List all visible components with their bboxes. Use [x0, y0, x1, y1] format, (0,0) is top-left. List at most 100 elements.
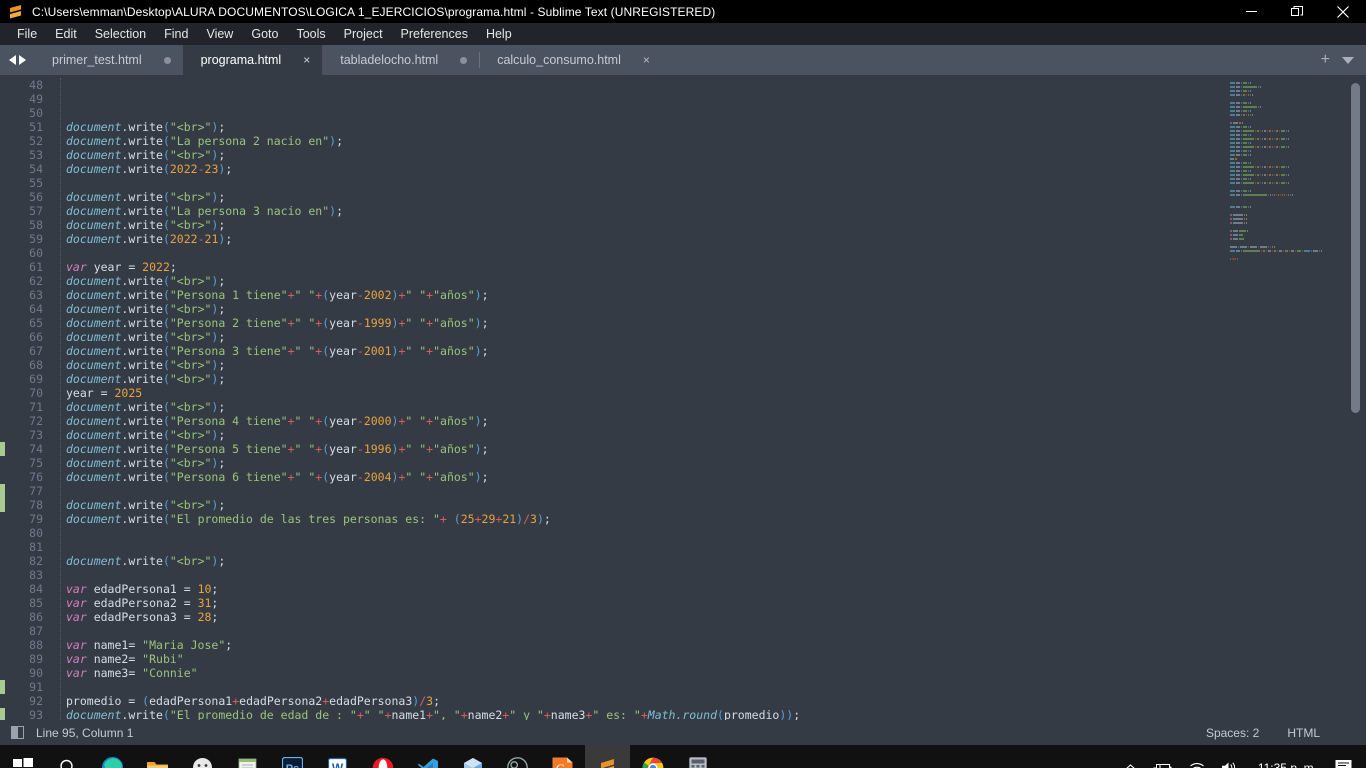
column-layout-icon[interactable]: [11, 726, 24, 739]
indentation-setting[interactable]: Spaces: 2: [1206, 726, 1287, 740]
wifi-icon[interactable]: [1181, 761, 1213, 768]
menu-item-preferences[interactable]: Preferences: [392, 25, 477, 43]
package-button[interactable]: [450, 745, 495, 768]
code-line[interactable]: [52, 568, 1366, 582]
code-line[interactable]: [52, 246, 1366, 260]
code-line[interactable]: [52, 484, 1366, 498]
code-line[interactable]: document.write("<br>");: [52, 456, 1366, 470]
code-line[interactable]: document.write(2022-21);: [52, 232, 1366, 246]
maximize-icon[interactable]: [1274, 0, 1320, 23]
new-tab-button[interactable]: +: [1321, 52, 1330, 68]
code-line[interactable]: [52, 540, 1366, 554]
code-line[interactable]: document.write("<br>");: [52, 148, 1366, 162]
code-line[interactable]: var edadPersona2 = 31;: [52, 596, 1366, 610]
search-button[interactable]: [45, 745, 90, 768]
code-line[interactable]: document.write("La persona 2 nacio en");: [52, 134, 1366, 148]
code-line[interactable]: document.write("El promedio de edad de :…: [52, 708, 1366, 720]
vertical-scrollbar[interactable]: [1349, 75, 1362, 720]
code-line[interactable]: document.write("<br>");: [52, 190, 1366, 204]
code-line[interactable]: promedio = (edadPersona1+edadPersona2+ed…: [52, 694, 1366, 708]
code-line[interactable]: document.write("<br>");: [52, 358, 1366, 372]
menu-item-file[interactable]: File: [8, 25, 46, 43]
file-explorer-button[interactable]: [135, 745, 180, 768]
code-line[interactable]: document.write("Persona 3 tiene"+" "+(ye…: [52, 344, 1366, 358]
editor[interactable]: 48 49 50 51 52 53 54 55 56 57 58 59 60 61 62 63 64 65 66 67…: [0, 75, 1366, 722]
syntax-setting[interactable]: HTML: [1287, 726, 1366, 740]
code-line[interactable]: [52, 624, 1366, 638]
code-line[interactable]: document.write("Persona 6 tiene"+" "+(ye…: [52, 470, 1366, 484]
code-line[interactable]: document.write("<br>");: [52, 498, 1366, 512]
tab-nav-arrows[interactable]: [0, 45, 34, 75]
menu-item-selection[interactable]: Selection: [86, 25, 155, 43]
code-line[interactable]: document.write("<br>");: [52, 428, 1366, 442]
menu-item-edit[interactable]: Edit: [46, 25, 86, 43]
tab-calculo_consumo-html[interactable]: calculo_consumo.html ×: [479, 45, 662, 75]
arrow-left-icon[interactable]: [8, 55, 16, 65]
menu-item-tools[interactable]: Tools: [287, 25, 334, 43]
obs-button[interactable]: [495, 745, 540, 768]
tab-close-icon[interactable]: ×: [643, 54, 650, 66]
messenger-button[interactable]: [180, 745, 225, 768]
scrollbar-thumb[interactable]: [1351, 83, 1360, 413]
code-line[interactable]: var year = 2022;: [52, 260, 1366, 274]
menu-item-goto[interactable]: Goto: [242, 25, 287, 43]
code-line[interactable]: document.write(2022-23);: [52, 162, 1366, 176]
photoshop-button[interactable]: Ps: [270, 745, 315, 768]
grammarly-button[interactable]: G: [540, 745, 585, 768]
opera-button[interactable]: [360, 745, 405, 768]
code-line[interactable]: var name3= "Connie": [52, 666, 1366, 680]
chevron-down-icon[interactable]: [1342, 56, 1354, 64]
tab-close-icon[interactable]: ×: [303, 54, 310, 66]
taskbar-clock[interactable]: 11:35 p. m.: [1246, 761, 1329, 768]
code-line[interactable]: document.write("<br>");: [52, 218, 1366, 232]
minimap[interactable]: [1222, 75, 1344, 720]
code-line[interactable]: var edadPersona3 = 28;: [52, 610, 1366, 624]
speaker-icon[interactable]: [1213, 761, 1246, 768]
code-line[interactable]: document.write("La persona 3 nacio en");: [52, 204, 1366, 218]
notepad-button[interactable]: [225, 745, 270, 768]
edge-button[interactable]: [90, 745, 135, 768]
cursor-position[interactable]: Line 95, Column 1: [36, 726, 133, 740]
code-line[interactable]: document.write("Persona 5 tiene"+" "+(ye…: [52, 442, 1366, 456]
chrome-button[interactable]: [630, 745, 675, 768]
sublime-text-button[interactable]: [585, 745, 630, 768]
code-line[interactable]: document.write("<br>");: [52, 330, 1366, 344]
code-line[interactable]: document.write("Persona 4 tiene"+" "+(ye…: [52, 414, 1366, 428]
arrow-right-icon[interactable]: [18, 55, 26, 65]
minimize-icon[interactable]: [1228, 0, 1274, 23]
chevron-up-icon[interactable]: [1116, 761, 1145, 768]
code-line[interactable]: document.write("Persona 2 tiene"+" "+(ye…: [52, 316, 1366, 330]
vscode-button[interactable]: [405, 745, 450, 768]
code-line[interactable]: [52, 680, 1366, 694]
code-line[interactable]: var name2= "Rubi": [52, 652, 1366, 666]
start-button[interactable]: [0, 745, 45, 768]
tab-primer_test-html[interactable]: primer_test.html: [34, 45, 183, 75]
code-line[interactable]: document.write("<br>");: [52, 554, 1366, 568]
menu-item-project[interactable]: Project: [335, 25, 392, 43]
battery-icon[interactable]: [1145, 761, 1181, 768]
notification-icon[interactable]: [1329, 759, 1366, 768]
tab-modified-indicator[interactable]: [163, 56, 171, 64]
close-icon[interactable]: [1320, 0, 1366, 23]
code-line[interactable]: document.write("<br>");: [52, 302, 1366, 316]
tab-tabladelocho-html[interactable]: tabladelocho.html: [322, 45, 479, 75]
code-line[interactable]: [52, 526, 1366, 540]
code-line[interactable]: document.write("<br>");: [52, 372, 1366, 386]
code-line[interactable]: var edadPersona1 = 10;: [52, 582, 1366, 596]
word-button[interactable]: W: [315, 745, 360, 768]
tab-programa-html[interactable]: programa.html ×: [182, 45, 323, 75]
code-line[interactable]: var name1= "Maria Jose";: [52, 638, 1366, 652]
code-content[interactable]: document.write("<br>"); document.write("L…: [52, 75, 1366, 720]
code-line[interactable]: document.write("<br>");: [52, 120, 1366, 134]
menu-item-help[interactable]: Help: [477, 25, 521, 43]
menu-item-find[interactable]: Find: [155, 25, 197, 43]
code-line[interactable]: year = 2025: [52, 386, 1366, 400]
code-line[interactable]: [52, 176, 1366, 190]
code-line[interactable]: document.write("<br>");: [52, 400, 1366, 414]
tab-modified-indicator[interactable]: [460, 56, 468, 64]
code-line[interactable]: document.write("El promedio de las tres …: [52, 512, 1366, 526]
code-line[interactable]: document.write("<br>");: [52, 274, 1366, 288]
menu-item-view[interactable]: View: [197, 25, 242, 43]
code-line[interactable]: document.write("Persona 1 tiene"+" "+(ye…: [52, 288, 1366, 302]
calculator-button[interactable]: [675, 745, 720, 768]
